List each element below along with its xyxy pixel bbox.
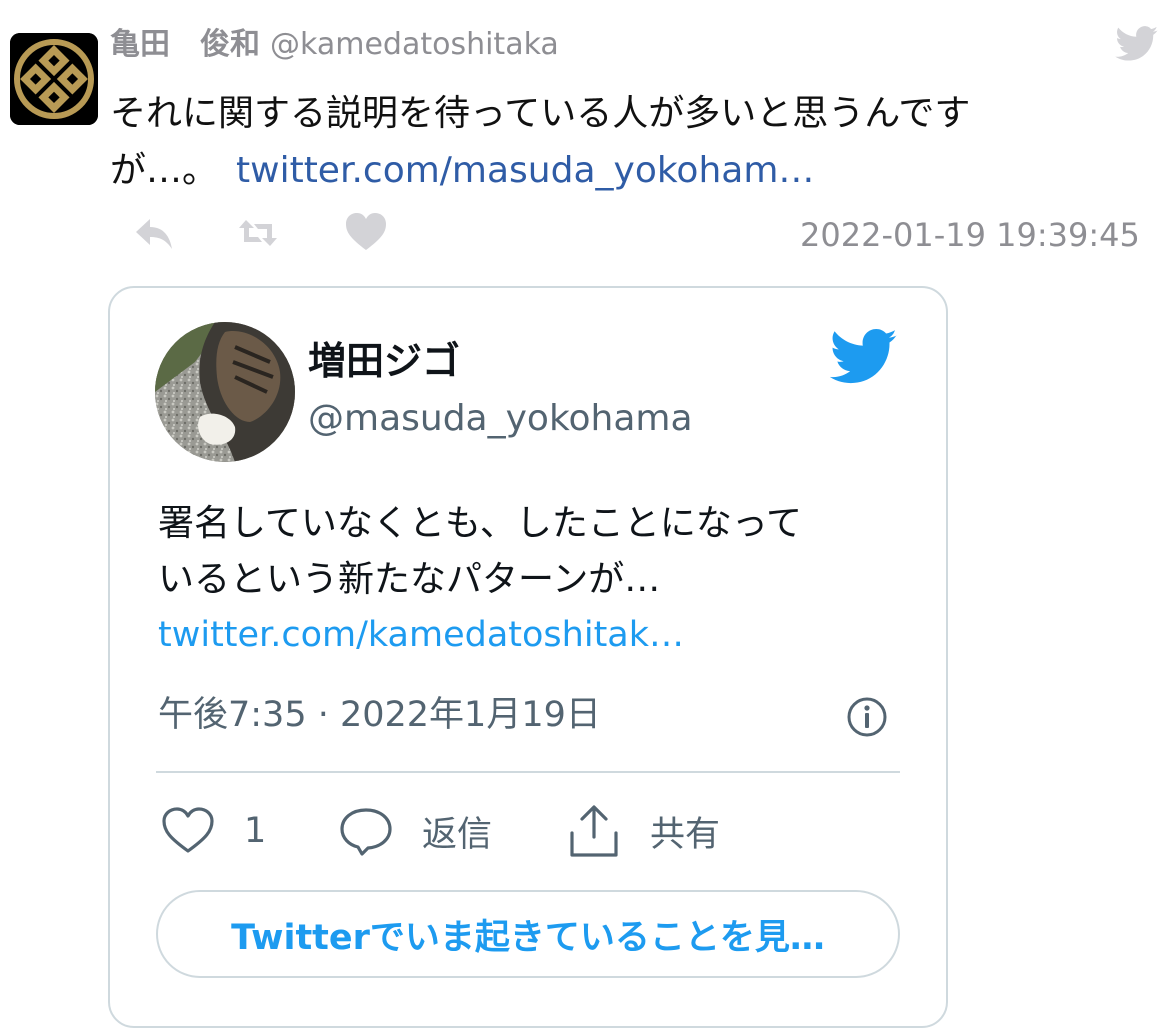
embed-tweet-date[interactable]: 午後7:35 · 2022年1月19日 [158, 692, 601, 738]
like-icon[interactable] [344, 212, 388, 252]
tweet-text-line: が…。 [110, 150, 219, 191]
tweet-text: それに関する説明を待っている人が多いと思うんです が…。 twitter.com/… [110, 85, 1100, 199]
author-name[interactable]: 亀田 俊和 [110, 27, 260, 62]
share-icon [570, 805, 618, 857]
share-label: 共有 [650, 814, 721, 855]
embed-text-line: いるという新たなパターンが… [158, 559, 661, 600]
heart-icon [162, 807, 214, 853]
twitter-bird-icon[interactable] [1115, 26, 1159, 62]
tweet-text-line: それに関する説明を待っている人が多いと思うんです [110, 93, 971, 134]
kamon-crest-icon [10, 33, 98, 125]
info-icon[interactable] [845, 695, 889, 739]
reply-label: 返信 [422, 814, 493, 855]
tweet-link[interactable]: twitter.com/masuda_yokoham… [236, 150, 814, 191]
embed-share-button[interactable]: 共有 [566, 800, 720, 862]
embed-reply-button[interactable]: 返信 [338, 800, 492, 862]
embed-author-name[interactable]: 増田ジゴ [308, 336, 460, 386]
author-avatar[interactable] [10, 33, 98, 125]
cat-photo-icon [155, 322, 295, 462]
tweet-timestamp: 2022-01-19 19:39:45 [800, 216, 1140, 254]
retweet-icon[interactable] [236, 216, 280, 250]
like-count: 1 [244, 811, 267, 851]
reply-icon[interactable] [132, 213, 176, 253]
embed-author-avatar[interactable] [155, 322, 295, 462]
embed-text-line: 署名していなくとも、したことになって [158, 503, 803, 544]
author-handle[interactable]: @kamedatoshitaka [270, 27, 559, 62]
embed-tweet-link[interactable]: twitter.com/kamedatoshitak… [158, 612, 684, 658]
embed-author-handle[interactable]: @masuda_yokohama [308, 396, 693, 442]
twitter-bird-icon[interactable] [829, 328, 898, 386]
embed-tweet-text: 署名していなくとも、したことになって いるという新たなパターンが… [158, 496, 898, 608]
see-whats-happening-button[interactable]: Twitterでいま起きていることを見… [156, 890, 900, 978]
tweet-header: 亀田 俊和 @kamedatoshitaka [110, 26, 559, 64]
embed-like-button[interactable]: 1 [160, 800, 266, 862]
reply-bubble-icon [340, 808, 392, 856]
card-divider [156, 771, 900, 773]
